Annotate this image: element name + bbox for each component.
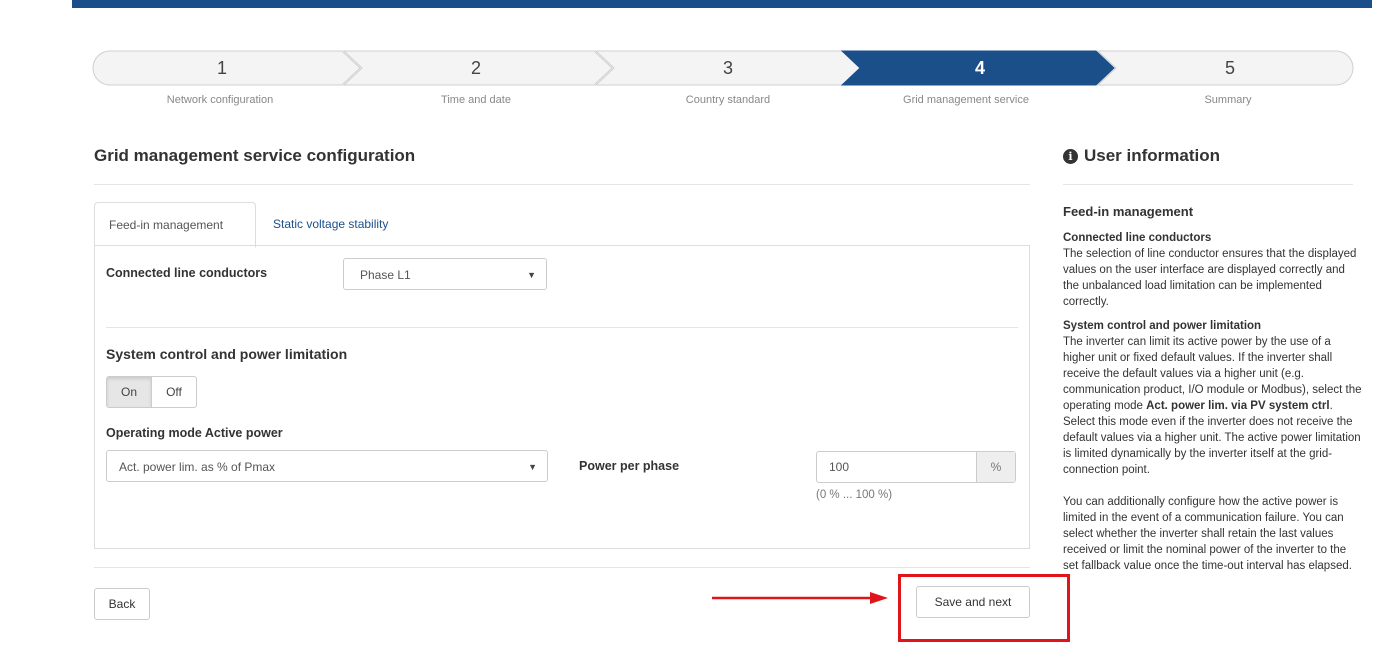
toggle-on-button[interactable]: On: [107, 377, 152, 407]
top-header-bar: [72, 0, 1372, 8]
operating-mode-label: Operating mode Active power: [106, 426, 283, 440]
power-per-phase-label: Power per phase: [579, 459, 680, 473]
chevron-down-icon: ▼: [527, 270, 536, 280]
user-info-title: i User information: [1063, 146, 1220, 166]
feed-in-panel: [94, 245, 1030, 549]
user-info-content: Feed-in management Connected line conduc…: [1063, 204, 1363, 574]
user-info-title-text: User information: [1084, 146, 1221, 165]
red-arrow-annotation: [712, 592, 888, 604]
toggle-off-button[interactable]: Off: [152, 377, 196, 407]
step-3-number: 3: [722, 58, 733, 78]
operating-mode-select[interactable]: Act. power lim. as % of Pmax ▼: [106, 450, 548, 482]
line-conductors-select[interactable]: Phase L1 ▼: [343, 258, 547, 290]
step-1-label: Network configuration: [166, 94, 274, 106]
step-2-number: 2: [470, 58, 481, 78]
user-info-p1-title: Connected line conductors: [1063, 232, 1212, 244]
system-control-heading: System control and power limitation: [106, 346, 348, 362]
power-per-phase-input[interactable]: 100: [817, 452, 976, 482]
tab-static-voltage-stability[interactable]: Static voltage stability: [259, 202, 402, 246]
user-info-divider: [1063, 184, 1353, 185]
operating-mode-value: Act. power lim. as % of Pmax: [119, 460, 276, 474]
power-range-hint: (0 % ... 100 %): [816, 489, 893, 501]
page-title: Grid management service configuration: [94, 146, 416, 165]
user-info-p3-text: You can additionally configure how the a…: [1063, 496, 1352, 572]
user-info-p2-bold: Act. power lim. via PV system ctrl: [1146, 400, 1330, 412]
user-info-p2: The inverter can limit its active power …: [1063, 334, 1363, 478]
back-button[interactable]: Back: [94, 588, 150, 620]
user-info-p2-title: System control and power limitation: [1063, 320, 1262, 332]
line-conductors-label: Connected line conductors: [106, 266, 268, 280]
power-per-phase-input-group: 100 %: [816, 451, 1016, 483]
step-5-label: Summary: [1204, 94, 1252, 106]
line-conductors-value: Phase L1: [360, 268, 411, 282]
system-control-toggle: On Off: [106, 376, 197, 408]
step-3-label: Country standard: [685, 94, 771, 106]
percent-unit: %: [976, 452, 1015, 482]
tab-feed-in-management[interactable]: Feed-in management: [94, 202, 256, 248]
highlight-box-annotation: [898, 574, 1070, 642]
step-4-label: Grid management service: [903, 94, 1029, 106]
title-divider: [94, 184, 1030, 185]
wizard-progress: 1 2 3 4 5: [92, 50, 1354, 86]
info-icon: i: [1063, 148, 1078, 164]
step-1-number: 1: [216, 58, 227, 78]
step-5-number: 5: [1224, 58, 1235, 78]
footer-divider: [94, 567, 1030, 568]
panel-divider: [106, 327, 1018, 328]
tab-bar: Feed-in management Static voltage stabil…: [94, 202, 1030, 248]
user-info-section-heading: Feed-in management: [1063, 204, 1194, 219]
step-2-label: Time and date: [441, 94, 511, 106]
step-4-number: 4: [974, 58, 985, 78]
chevron-down-icon: ▼: [528, 462, 537, 472]
user-info-p1-text: The selection of line conductor ensures …: [1063, 248, 1357, 308]
